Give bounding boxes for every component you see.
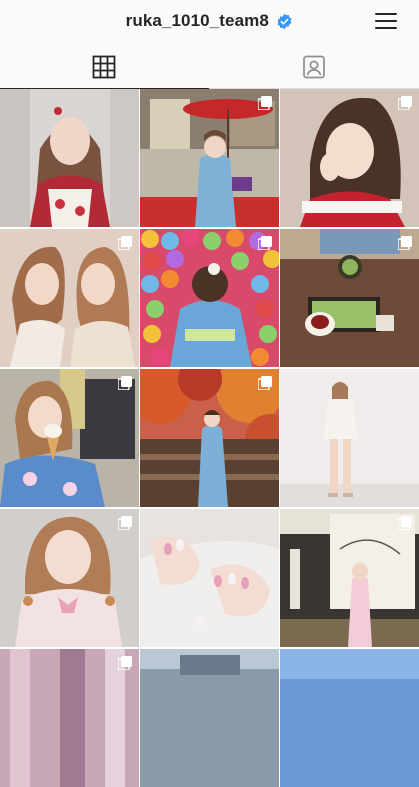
post-tile[interactable] bbox=[280, 649, 419, 787]
post-tile[interactable] bbox=[140, 509, 279, 647]
grid-icon bbox=[92, 55, 116, 79]
multi-photo-icon bbox=[398, 236, 412, 250]
post-tile[interactable] bbox=[0, 649, 139, 787]
multi-photo-icon bbox=[258, 376, 272, 390]
multi-photo-icon bbox=[118, 516, 132, 530]
post-tile[interactable] bbox=[140, 89, 279, 227]
post-image bbox=[140, 509, 279, 647]
post-tile[interactable] bbox=[0, 369, 139, 507]
post-tile[interactable] bbox=[280, 369, 419, 507]
post-tile[interactable] bbox=[280, 89, 419, 227]
multi-photo-icon bbox=[258, 96, 272, 110]
hamburger-menu-icon[interactable] bbox=[375, 11, 397, 31]
post-tile[interactable] bbox=[140, 649, 279, 787]
post-image bbox=[140, 649, 279, 787]
multi-photo-icon bbox=[118, 376, 132, 390]
post-tile[interactable] bbox=[280, 229, 419, 367]
profile-tabs bbox=[0, 46, 419, 89]
post-image bbox=[280, 649, 419, 787]
username: ruka_1010_team8 bbox=[125, 11, 269, 30]
multi-photo-icon bbox=[118, 236, 132, 250]
post-image bbox=[0, 89, 139, 227]
multi-photo-icon bbox=[398, 516, 412, 530]
tab-grid[interactable] bbox=[0, 46, 209, 89]
profile-header: ruka_1010_team8 bbox=[0, 0, 419, 46]
tagged-person-icon bbox=[303, 55, 325, 79]
post-tile[interactable] bbox=[140, 369, 279, 507]
multi-photo-icon bbox=[118, 656, 132, 670]
tab-tagged[interactable] bbox=[210, 46, 419, 88]
post-tile[interactable] bbox=[0, 509, 139, 647]
post-image bbox=[280, 369, 419, 507]
posts-grid bbox=[0, 89, 419, 787]
post-tile[interactable] bbox=[0, 229, 139, 367]
verified-badge-icon bbox=[277, 13, 292, 29]
multi-photo-icon bbox=[398, 96, 412, 110]
post-tile[interactable] bbox=[0, 89, 139, 227]
post-tile[interactable] bbox=[280, 509, 419, 647]
multi-photo-icon bbox=[258, 236, 272, 250]
username-row: ruka_1010_team8 bbox=[0, 11, 419, 31]
post-tile[interactable] bbox=[140, 229, 279, 367]
